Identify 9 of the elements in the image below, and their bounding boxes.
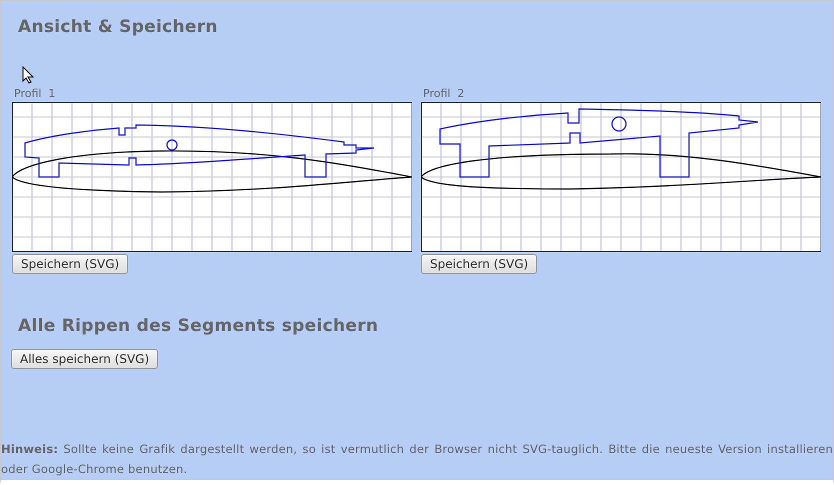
section-heading: Ansicht & Speichern [18, 17, 219, 37]
section-heading: Alle Rippen des Segments speichern [18, 316, 380, 336]
profile-label: Profil 2 [423, 87, 464, 100]
hint-text: Hinweis: Sollte keine Grafik dargestellt werden, so ist vermutlich der Browser nicht SVG-tauglich. Bitte die neueste Version installieren oder Google-Chrome benutzen. [1, 441, 833, 478]
mouse-pointer-icon [22, 66, 34, 84]
save-svg-button[interactable]: Speichern (SVG) [421, 254, 538, 274]
save-svg-button[interactable]: Speichern (SVG) [12, 254, 128, 274]
profile-label: Profil 1 [14, 87, 56, 100]
save-all-button[interactable]: Alles speichern (SVG) [11, 349, 158, 369]
